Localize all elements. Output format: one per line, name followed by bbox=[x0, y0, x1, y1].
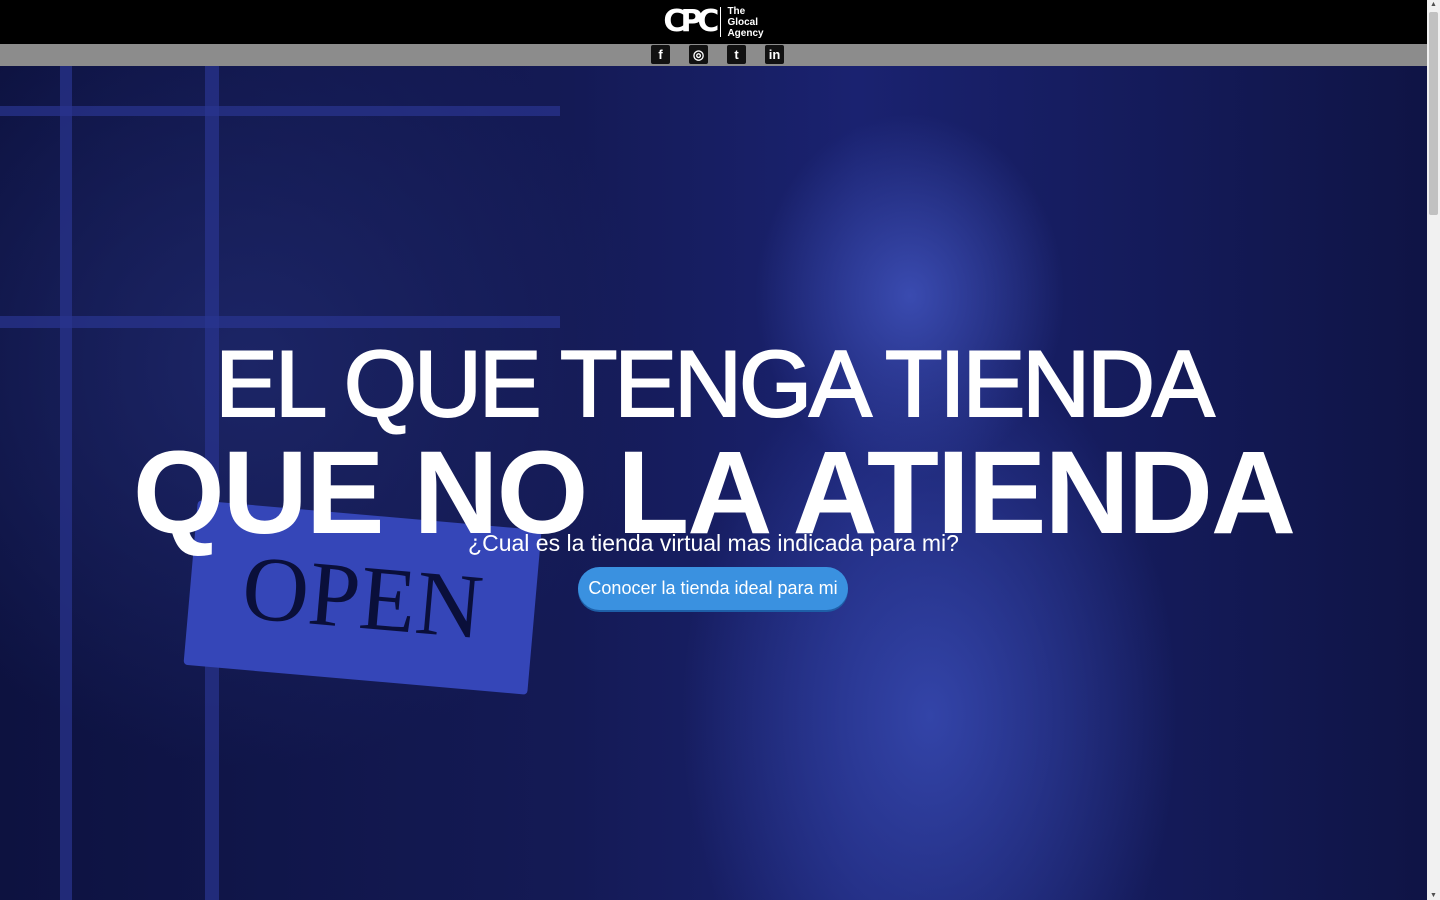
instagram-icon[interactable]: ◎ bbox=[689, 45, 708, 64]
logo[interactable]: CPC The Glocal Agency bbox=[663, 6, 763, 39]
window-frame bbox=[0, 106, 560, 116]
scroll-up-icon[interactable]: ▲ bbox=[1430, 1, 1437, 8]
twitter-icon[interactable]: t bbox=[727, 45, 746, 64]
logo-divider bbox=[720, 7, 722, 37]
logo-line: The bbox=[727, 5, 746, 17]
logo-mark: CPC bbox=[663, 4, 719, 39]
scrollbar-thumb[interactable] bbox=[1429, 12, 1438, 215]
facebook-icon[interactable]: f bbox=[651, 45, 670, 64]
scroll-down-icon[interactable]: ▼ bbox=[1430, 892, 1437, 899]
top-bar: CPC The Glocal Agency bbox=[0, 0, 1427, 44]
linkedin-icon[interactable]: in bbox=[765, 45, 784, 64]
hero-title-line1: EL QUE TENGA TIENDA bbox=[214, 330, 1215, 437]
window-frame bbox=[0, 316, 560, 328]
social-bar: f ◎ t in bbox=[0, 44, 1427, 66]
logo-text: The Glocal Agency bbox=[727, 6, 763, 39]
logo-line: Glocal bbox=[727, 16, 759, 28]
hero-subtitle: ¿Cual es la tienda virtual mas indicada … bbox=[468, 530, 959, 556]
page: CPC The Glocal Agency f ◎ t in OPEN EL Q… bbox=[0, 0, 1427, 900]
logo-line: Agency bbox=[727, 27, 764, 39]
scrollbar[interactable]: ▲ ▼ bbox=[1427, 0, 1440, 900]
find-store-button[interactable]: Conocer la tienda ideal para mi bbox=[578, 567, 848, 610]
